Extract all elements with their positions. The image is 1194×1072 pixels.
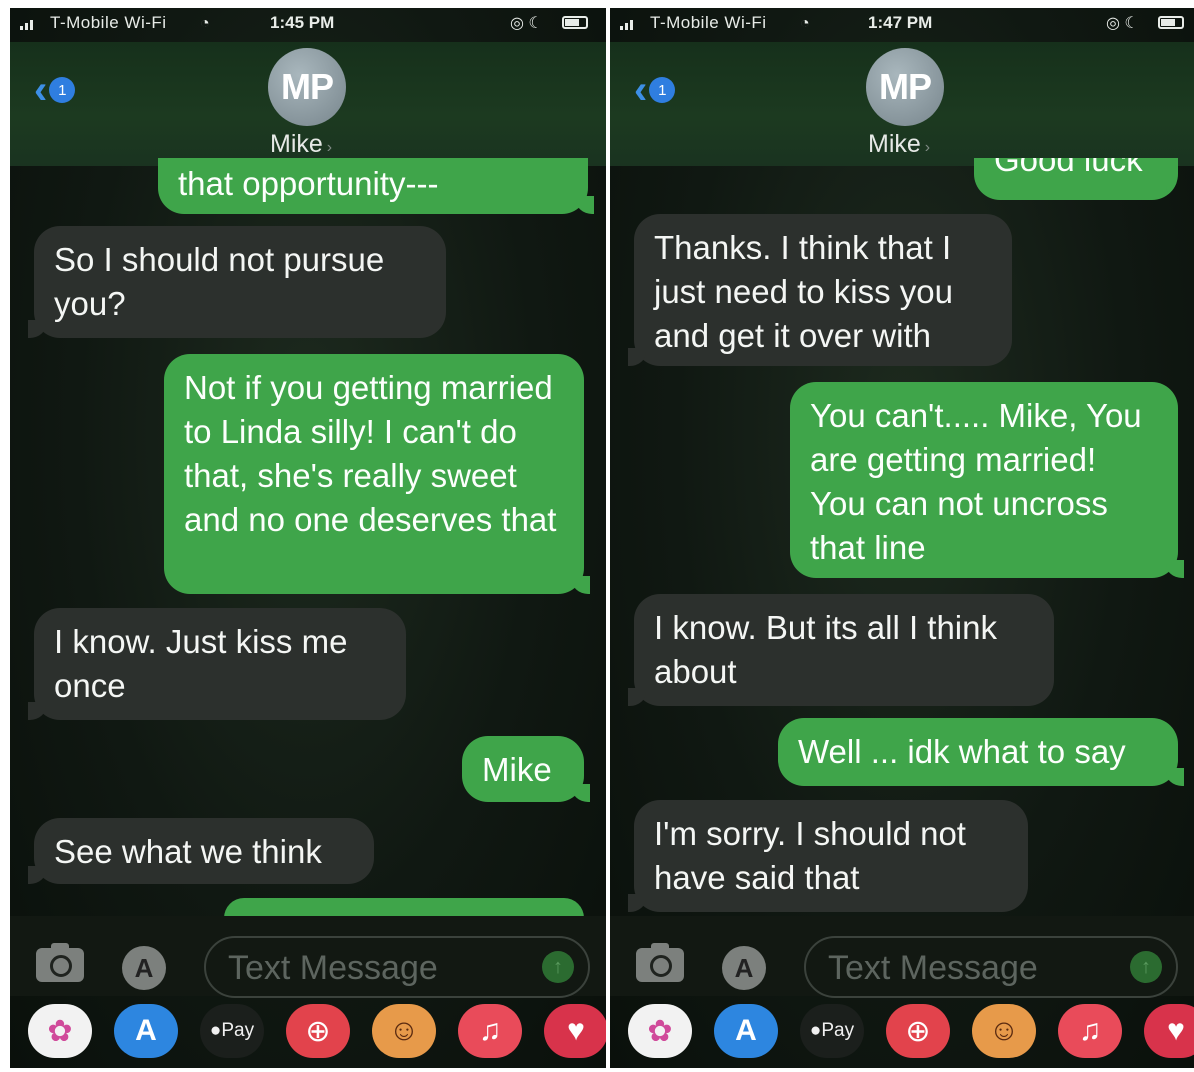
contact-name-label: Mike [270, 130, 323, 158]
back-button[interactable]: ‹ 1 [634, 68, 676, 112]
signal-icon [20, 18, 33, 30]
camera-icon[interactable] [36, 943, 84, 982]
apple-pay-icon[interactable]: ● Pay [200, 1004, 264, 1058]
battery-icon [1158, 16, 1184, 29]
contact-name-label: Mike [868, 130, 921, 158]
digital-touch-icon[interactable]: ♥ [544, 1004, 606, 1058]
photos-app-icon[interactable]: ✿ [628, 1004, 692, 1058]
chevron-left-icon: ‹ [634, 68, 648, 112]
text-message-placeholder: Text Message [828, 949, 1038, 987]
orientation-lock-icon: ◎ ☾ [1106, 15, 1139, 32]
message-bubble-incoming[interactable]: I know. But its all I think about [628, 594, 1054, 706]
apple-pay-label: Pay [221, 1020, 255, 1041]
conversation-screen-left: T-Mobile Wi-Fi ◔ 1:45 PM ◎ ☾ ‹ 1 MP Mike… [10, 8, 606, 1068]
message-bubble-outgoing[interactable]: Good luck [974, 158, 1178, 200]
app-store-icon[interactable]: A [722, 946, 766, 990]
app-store-app-icon[interactable]: A [714, 1004, 778, 1058]
conversation-header: ‹ 1 MP Mike › [10, 42, 606, 166]
message-bubble-outgoing[interactable]: Not if you getting married to Linda sill… [164, 354, 590, 594]
contact-name[interactable]: Mike › [270, 130, 332, 159]
carrier-label: T-Mobile Wi-Fi [50, 13, 167, 32]
text-message-input[interactable]: Text Message ↑ [804, 936, 1178, 998]
message-bubble-incoming[interactable]: I know. Just kiss me once [28, 608, 406, 720]
unread-badge: 1 [49, 77, 76, 103]
app-drawer: ✿ A ● Pay ⊕ ☺ ♫ ♥ [10, 1000, 606, 1068]
apple-pay-icon[interactable]: ● Pay [800, 1004, 864, 1058]
app-drawer: ✿ A ● Pay ⊕ ☺ ♫ ♥ [610, 1000, 1194, 1068]
carrier-label: T-Mobile Wi-Fi [650, 13, 767, 32]
image-search-icon[interactable]: ⊕ [886, 1004, 950, 1058]
wifi-icon: ◔ [200, 15, 210, 32]
back-button[interactable]: ‹ 1 [34, 68, 76, 112]
app-store-app-icon[interactable]: A [114, 1004, 178, 1058]
app-store-icon[interactable]: A [122, 946, 166, 990]
image-search-icon[interactable]: ⊕ [286, 1004, 350, 1058]
memoji-icon[interactable]: ☺ [972, 1004, 1036, 1058]
send-arrow-icon[interactable]: ↑ [542, 951, 574, 983]
message-bubble-outgoing[interactable]: that opportunity--- [158, 158, 594, 214]
message-bubble-incoming[interactable]: See what we think [28, 818, 374, 884]
contact-name[interactable]: Mike › [868, 130, 930, 159]
apple-pay-label: Pay [821, 1020, 855, 1041]
chevron-right-icon: › [924, 139, 931, 156]
status-bar: T-Mobile Wi-Fi ◔ 1:45 PM ◎ ☾ [10, 8, 606, 42]
chevron-left-icon: ‹ [34, 68, 48, 112]
unread-badge: 1 [649, 77, 676, 103]
chevron-right-icon: › [326, 139, 333, 156]
status-time: 1:47 PM [868, 13, 933, 32]
message-bubble-outgoing[interactable]: You can't..... Mike, You are getting mar… [790, 382, 1184, 578]
battery-icon [562, 16, 588, 29]
memoji-icon[interactable]: ☺ [372, 1004, 436, 1058]
status-time: 1:45 PM [270, 13, 335, 32]
conversation-header: ‹ 1 MP Mike › [610, 42, 1194, 166]
contact-avatar[interactable]: MP [268, 48, 346, 126]
orientation-lock-icon: ◎ ☾ [510, 15, 543, 32]
message-input-bar: A Text Message ↑ [610, 916, 1194, 998]
contact-avatar[interactable]: MP [866, 48, 944, 126]
conversation-screen-right: T-Mobile Wi-Fi ◔ 1:47 PM ◎ ☾ ‹ 1 MP Mike… [610, 8, 1194, 1068]
camera-icon[interactable] [636, 943, 684, 982]
text-message-placeholder: Text Message [228, 949, 438, 987]
message-bubble-incoming[interactable]: Thanks. I think that I just need to kiss… [628, 214, 1012, 366]
status-bar: T-Mobile Wi-Fi ◔ 1:47 PM ◎ ☾ [610, 8, 1194, 42]
message-bubble-outgoing[interactable]: Well ... idk what to say [778, 718, 1184, 786]
digital-touch-icon[interactable]: ♥ [1144, 1004, 1194, 1058]
message-bubble-outgoing[interactable]: Mike [462, 736, 590, 802]
music-app-icon[interactable]: ♫ [1058, 1004, 1122, 1058]
signal-icon [620, 18, 633, 30]
message-bubble-incoming[interactable]: I'm sorry. I should not have said that [628, 800, 1028, 912]
message-bubble-incoming[interactable]: So I should not pursue you? [28, 226, 446, 338]
message-text: Good luck [994, 158, 1143, 178]
photos-app-icon[interactable]: ✿ [28, 1004, 92, 1058]
message-input-bar: A Text Message ↑ [10, 916, 606, 998]
music-app-icon[interactable]: ♫ [458, 1004, 522, 1058]
send-arrow-icon[interactable]: ↑ [1130, 951, 1162, 983]
wifi-icon: ◔ [800, 15, 810, 32]
text-message-input[interactable]: Text Message ↑ [204, 936, 590, 998]
